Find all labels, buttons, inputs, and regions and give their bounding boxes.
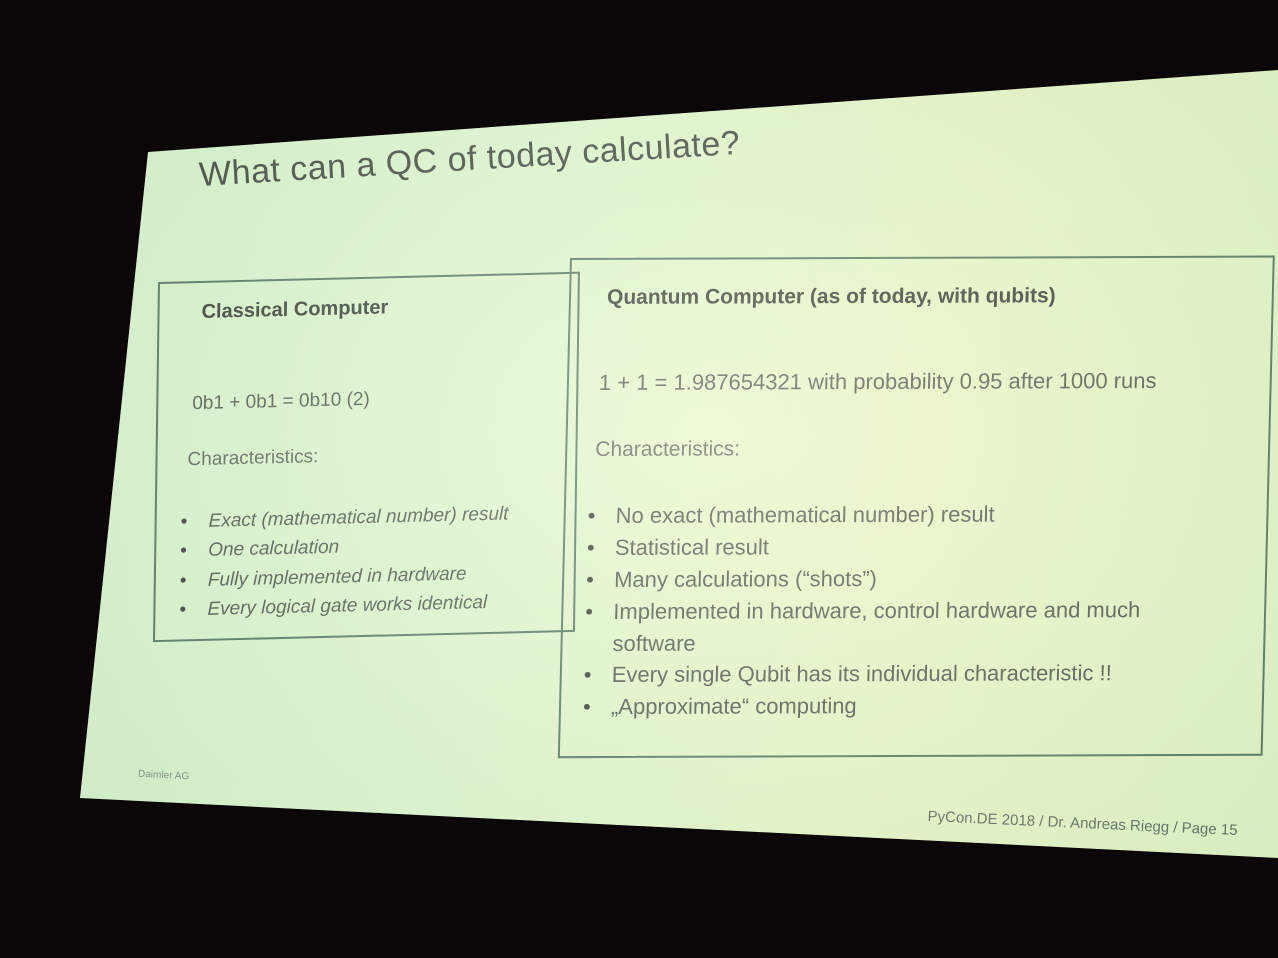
bullet-icon: • [587,502,596,529]
bullet-icon: • [180,511,188,533]
classical-characteristics-list: • Exact (mathematical number) result • One… [177,499,509,625]
slide-title: What can a QC of today calculate? [198,123,742,194]
company-footer: Daimler AG [137,768,190,783]
bullet-icon: • [582,694,592,720]
list-item: • „Approximate“ computing [581,689,1222,723]
bullet-icon: • [179,570,187,592]
quantum-computer-box: Quantum Computer (as of today, with qubi… [557,255,1275,759]
list-item: • Implemented in hardware, control hardwa… [585,596,1141,656]
classical-heading: Classical Computer [201,296,389,323]
projected-slide: What can a QC of today calculate? Classi… [80,70,1278,858]
quantum-formula: 1 + 1 = 1.987654321 with probability 0.9… [598,367,1157,395]
classical-computer-box: Classical Computer 0b1 + 0b1 = 0b10 (2) … [152,271,580,643]
bullet-icon: • [179,599,187,621]
list-item: • Every single Qubit has its individual c… [581,657,1222,691]
list-item: • Statistical result [585,530,1226,564]
quantum-characteristics-list: • No exact (mathematical number) result •… [581,498,1226,724]
list-item: • Many calculations (“shots”) [584,562,1225,596]
page-footer: PyCon.DE 2018 / Dr. Andreas Riegg / Page… [927,808,1238,840]
quantum-characteristics-label: Characteristics: [595,437,741,461]
bullet-icon: • [585,598,594,624]
classical-characteristics-label: Characteristics: [187,446,319,471]
bullet-icon: • [586,534,595,560]
list-item: • No exact (mathematical number) result [585,498,1226,532]
bullet-icon: • [585,566,595,592]
bullet-icon: • [583,662,592,688]
classical-formula: 0b1 + 0b1 = 0b10 (2) [192,388,370,415]
bullet-icon: • [180,540,188,562]
quantum-heading: Quantum Computer (as of today, with qubi… [606,284,1056,309]
